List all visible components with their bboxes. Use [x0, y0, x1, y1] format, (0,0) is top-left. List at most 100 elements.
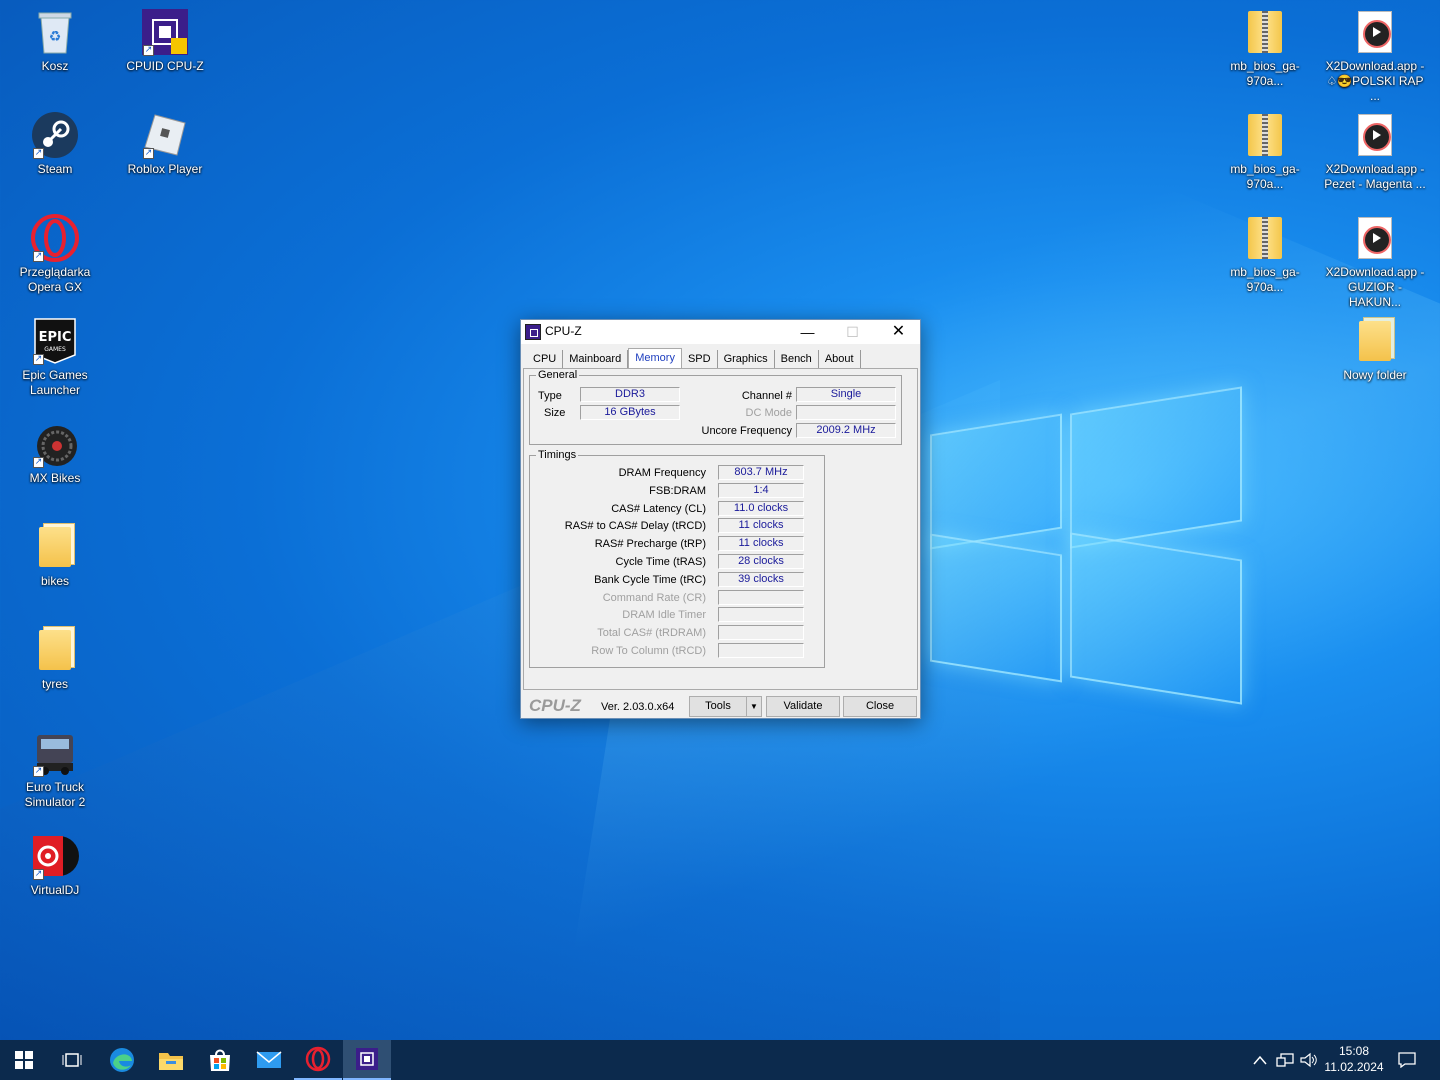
taskbar-file-explorer[interactable]: [147, 1040, 195, 1080]
timing-label: Bank Cycle Time (tRC): [594, 573, 706, 586]
desktop-icon-recycle-bin[interactable]: ♻ Kosz: [3, 8, 107, 74]
desktop-icon-media-2[interactable]: X2Download.app - Pezet - Magenta ...: [1323, 111, 1427, 192]
taskbar-store[interactable]: [196, 1040, 244, 1080]
svg-text:EPIC: EPIC: [39, 330, 72, 345]
close-button[interactable]: Close: [843, 696, 917, 717]
timing-value: [718, 643, 804, 658]
desktop-icon-mx-bikes[interactable]: ↗ MX Bikes: [3, 420, 107, 486]
chevron-up-icon: [1253, 1055, 1267, 1065]
cpuz-icon: ↗: [141, 8, 189, 56]
timings-group: Timings DRAM Frequency 803.7 MHz FSB:DRAM 1…: [529, 449, 825, 668]
desktop-icon-bios-zip-2[interactable]: mb_bios_ga-970a...: [1213, 111, 1317, 192]
channel-value: Single: [796, 387, 896, 402]
timing-label: Row To Column (tRCD): [591, 645, 706, 657]
timing-value: 28 clocks: [718, 554, 804, 569]
desktop-icon-bikes-folder[interactable]: bikes: [3, 523, 107, 589]
timing-label: DRAM Idle Timer: [622, 609, 706, 622]
steam-icon: ↗: [31, 111, 79, 159]
window-title: CPU-Z: [545, 324, 582, 338]
timing-value: 1:4: [718, 482, 804, 498]
tools-button[interactable]: Tools: [689, 696, 747, 717]
timing-label: Cycle Time (tRAS): [615, 556, 706, 568]
network-tray-button[interactable]: [1276, 1040, 1294, 1080]
taskbar-cpuz[interactable]: [343, 1040, 391, 1080]
desktop-icon-steam[interactable]: ↗ Steam: [3, 111, 107, 177]
dc-mode-label: DC Mode: [745, 407, 792, 419]
taskbar-edge[interactable]: [98, 1040, 146, 1080]
close-window-button[interactable]: ✕: [876, 320, 921, 344]
store-icon: [210, 1049, 230, 1071]
validate-button[interactable]: Validate: [766, 696, 840, 717]
folder-icon: [1351, 317, 1399, 365]
tab-cpu[interactable]: CPU: [527, 350, 564, 368]
zip-icon: [1241, 214, 1289, 262]
tab-mainboard[interactable]: Mainboard: [563, 350, 629, 368]
timing-value: [718, 625, 804, 641]
timing-value: 11 clocks: [718, 536, 804, 552]
action-center-button[interactable]: [1398, 1040, 1416, 1080]
timing-value: 803.7 MHz: [718, 465, 804, 480]
desktop-icon-roblox[interactable]: ↗ Roblox Player: [113, 111, 217, 177]
media-file-icon: [1351, 8, 1399, 56]
desktop-icon-tyres-folder[interactable]: tyres: [3, 626, 107, 692]
desktop-icon-cpuz[interactable]: ↗ CPUID CPU-Z: [113, 8, 217, 74]
svg-text:GAMES: GAMES: [44, 346, 66, 353]
desktop-icon-media-1[interactable]: X2Download.app - ♤😎POLSKI RAP ...: [1323, 8, 1427, 104]
timing-value: [718, 607, 804, 623]
taskbar-mail[interactable]: [245, 1040, 293, 1080]
cpuz-titlebar[interactable]: CPU-Z — ☐ ✕: [521, 320, 920, 344]
general-group: General Type DDR3 Size 16 GBytes Channel…: [529, 369, 902, 445]
timing-label: RAS# Precharge (tRP): [594, 538, 706, 551]
task-view-button[interactable]: [48, 1040, 96, 1080]
minimize-button[interactable]: —: [785, 320, 830, 344]
epic-games-icon: EPIC GAMES ↗: [31, 317, 79, 365]
size-value: 16 GBytes: [580, 405, 680, 420]
cpuz-brand-logo: CPU-Z: [529, 696, 581, 715]
desktop-icon-epic-games[interactable]: EPIC GAMES ↗ Epic Games Launcher: [3, 317, 107, 398]
cpuz-icon: [356, 1048, 378, 1070]
tab-bench[interactable]: Bench: [775, 350, 819, 368]
dc-mode-value: [796, 405, 896, 420]
mail-icon: [256, 1051, 282, 1068]
tab-memory[interactable]: Memory: [628, 348, 682, 368]
timing-value: [718, 589, 804, 605]
desktop-icon-opera-gx[interactable]: ↗ Przeglądarka Opera GX: [3, 214, 107, 295]
tab-graphics[interactable]: Graphics: [718, 350, 775, 368]
edge-icon: [110, 1048, 134, 1072]
cpuz-footer: CPU-Z Ver. 2.03.0.x64 Tools ▼ Validate C…: [521, 694, 920, 718]
tab-about[interactable]: About: [819, 350, 861, 368]
desktop-icon-nowy-folder[interactable]: Nowy folder: [1323, 317, 1427, 383]
desktop-icon-ets2[interactable]: ↗ Euro Truck Simulator 2: [3, 729, 107, 810]
desktop-icon-bios-zip-1[interactable]: mb_bios_ga-970a...: [1213, 8, 1317, 89]
taskbar: 15:08 11.02.2024: [0, 1040, 1440, 1080]
cpuz-window: CPU-Z — ☐ ✕ CPU Mainboard Memory SPD Gra…: [520, 319, 921, 719]
windows-logo-wallpaper: [930, 380, 1242, 705]
desktop-icon-media-3[interactable]: X2Download.app - GUZIOR - HAKUN...: [1323, 214, 1427, 310]
desktop-icon-bios-zip-3[interactable]: mb_bios_ga-970a...: [1213, 214, 1317, 295]
timing-value: 11 clocks: [718, 518, 804, 534]
taskbar-opera-gx[interactable]: [294, 1040, 342, 1080]
uncore-frequency-value: 2009.2 MHz: [796, 423, 896, 438]
channel-label: Channel #: [741, 390, 792, 402]
maximize-button[interactable]: ☐: [830, 320, 875, 344]
desktop-icon-virtualdj[interactable]: ↗ VirtualDJ: [3, 832, 107, 898]
volume-tray-button[interactable]: [1300, 1040, 1318, 1080]
taskbar-clock[interactable]: 15:08 11.02.2024: [1322, 1043, 1386, 1075]
tab-spd[interactable]: SPD: [682, 350, 718, 368]
type-value: DDR3: [580, 387, 680, 402]
svg-text:♻: ♻: [49, 29, 62, 45]
show-hidden-icons-button[interactable]: [1252, 1040, 1268, 1080]
timing-label: Command Rate (CR): [602, 591, 706, 604]
timing-label: DRAM Frequency: [618, 467, 706, 479]
task-view-icon: [62, 1053, 82, 1067]
network-icon: [1276, 1053, 1294, 1067]
mx-bikes-icon: ↗: [31, 420, 79, 468]
start-button[interactable]: [0, 1040, 48, 1080]
tools-dropdown-arrow-icon[interactable]: ▼: [746, 696, 762, 717]
type-label: Type: [538, 390, 562, 402]
notification-icon: [1398, 1052, 1416, 1068]
start-icon: [15, 1051, 33, 1069]
timing-value: 11.0 clocks: [718, 500, 804, 516]
size-label: Size: [544, 407, 566, 419]
virtualdj-icon: ↗: [31, 832, 79, 880]
